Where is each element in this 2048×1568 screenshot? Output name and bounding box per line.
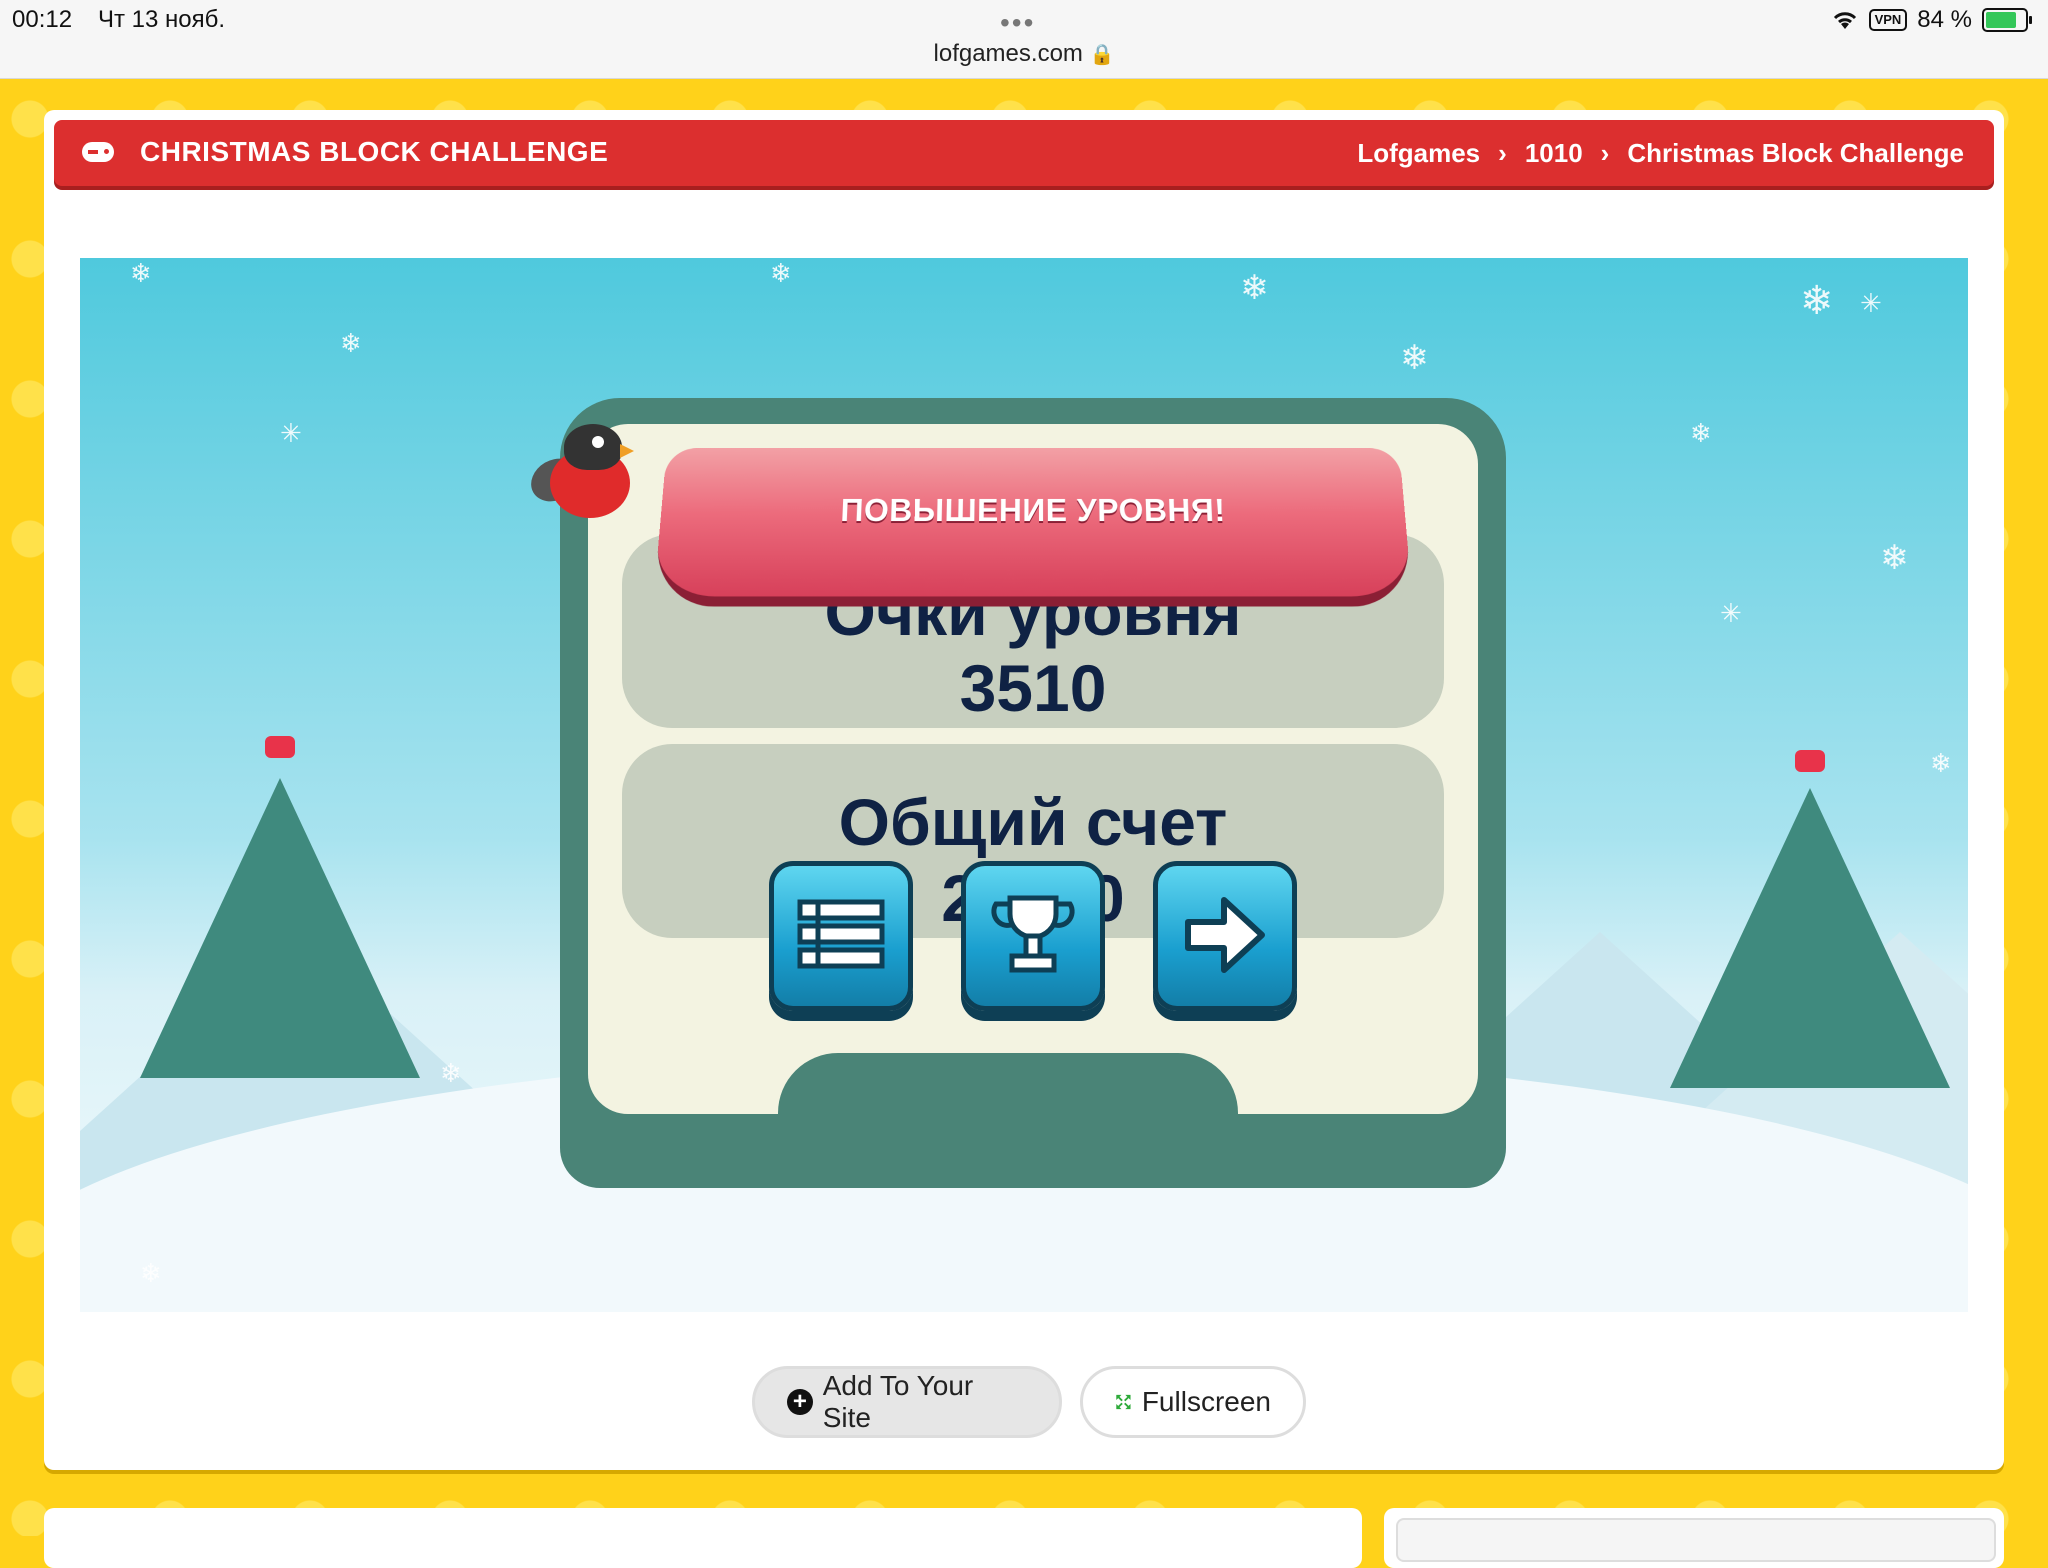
title-bar: CHRISTMAS BLOCK CHALLENGE Lofgames › 101… bbox=[54, 120, 1994, 186]
snowflake-icon: ❄ bbox=[1930, 748, 1952, 778]
game-card: CHRISTMAS BLOCK CHALLENGE Lofgames › 101… bbox=[44, 110, 2004, 1470]
battery-icon bbox=[1982, 8, 2032, 32]
battery-percent: 84 % bbox=[1917, 6, 1972, 33]
arrow-right-icon bbox=[1185, 897, 1265, 973]
next-level-button[interactable] bbox=[1153, 861, 1297, 1011]
page-title: CHRISTMAS BLOCK CHALLENGE bbox=[140, 136, 609, 167]
list-icon bbox=[797, 899, 885, 969]
address-bar[interactable]: lofgames.com 🔒 bbox=[0, 40, 2048, 68]
game-canvas[interactable]: ❄ ❄ ✳ ❄ ❄ ❄ ❄ ✳ ❄ ❄ ✳ ❄ ❄ ❄ Очки уровня … bbox=[80, 258, 1968, 1312]
leaderboard-button[interactable] bbox=[961, 861, 1105, 1011]
snowflake-icon: ✳ bbox=[1860, 288, 1882, 318]
bottom-card bbox=[1384, 1508, 2004, 1568]
vpn-badge: VPN bbox=[1868, 9, 1908, 31]
breadcrumb-current[interactable]: Christmas Block Challenge bbox=[1627, 138, 1964, 169]
snowflake-icon: ❄ bbox=[130, 258, 152, 288]
breadcrumb: Lofgames › 1010 › Christmas Block Challe… bbox=[1357, 138, 1964, 169]
level-score-value: 3510 bbox=[959, 651, 1107, 725]
snowflake-icon: ❄ bbox=[440, 1058, 462, 1088]
url-text: lofgames.com bbox=[933, 40, 1083, 67]
christmas-tree bbox=[140, 778, 420, 1078]
snowflake-icon: ❄ bbox=[1240, 269, 1269, 307]
status-indicators: VPN 84 % bbox=[1831, 6, 2032, 34]
chevron-right-icon: › bbox=[1498, 138, 1507, 168]
chevron-right-icon: › bbox=[1600, 138, 1610, 168]
bullfinch-bird-icon bbox=[523, 418, 640, 518]
add-to-site-button[interactable]: + Add To Your Site bbox=[752, 1366, 1062, 1438]
breadcrumb-link-lofgames[interactable]: Lofgames bbox=[1357, 138, 1480, 169]
snowflake-icon: ❄ bbox=[1880, 539, 1909, 577]
bottom-card bbox=[44, 1508, 1362, 1568]
more-dots-icon[interactable]: ••• bbox=[1000, 8, 1035, 38]
lock-icon: 🔒 bbox=[1089, 44, 1115, 66]
snowflake-icon: ✳ bbox=[1720, 598, 1742, 628]
status-time: 00:12 bbox=[12, 6, 73, 33]
snowflake-icon: ❄ bbox=[1400, 339, 1429, 377]
gamepad-icon bbox=[82, 142, 114, 162]
total-score-label: Общий счет bbox=[838, 785, 1228, 859]
snowflake-icon: ❄ bbox=[770, 258, 792, 288]
snowflake-icon: ❄ bbox=[1800, 279, 1834, 323]
fullscreen-label: Fullscreen bbox=[1141, 1386, 1271, 1417]
snowflake-icon: ❄ bbox=[140, 1258, 162, 1288]
status-date: Чт 13 нояб. bbox=[98, 6, 226, 33]
menu-button[interactable] bbox=[769, 861, 913, 1011]
bow-icon bbox=[1795, 750, 1825, 772]
level-up-ribbon: ПОВЫШЕНИЕ УРОВНЯ! bbox=[652, 448, 1414, 607]
plus-circle-icon: + bbox=[787, 1389, 813, 1415]
wifi-icon bbox=[1833, 12, 1856, 29]
ribbon-title: ПОВЫШЕНИЕ УРОВНЯ! bbox=[839, 492, 1227, 528]
dialog-bottom-notch bbox=[778, 1053, 1238, 1163]
christmas-tree bbox=[1670, 788, 1950, 1088]
bow-icon bbox=[265, 736, 295, 758]
level-up-dialog: Очки уровня 3510 Общий счет 20240 bbox=[523, 398, 1506, 1188]
snowflake-icon: ❄ bbox=[340, 328, 362, 358]
add-to-site-label: Add To Your Site bbox=[822, 1370, 974, 1433]
snowflake-icon: ❄ bbox=[1690, 418, 1712, 448]
expand-icon bbox=[1116, 1394, 1131, 1410]
snowflake-icon: ✳ bbox=[280, 418, 302, 448]
fullscreen-button[interactable]: Fullscreen bbox=[1080, 1366, 1306, 1438]
trophy-icon bbox=[991, 895, 1075, 973]
status-bar: 00:12 Чт 13 нояб. ••• lofgames.com 🔒 VPN… bbox=[0, 0, 2048, 79]
breadcrumb-link-1010[interactable]: 1010 bbox=[1525, 138, 1583, 169]
